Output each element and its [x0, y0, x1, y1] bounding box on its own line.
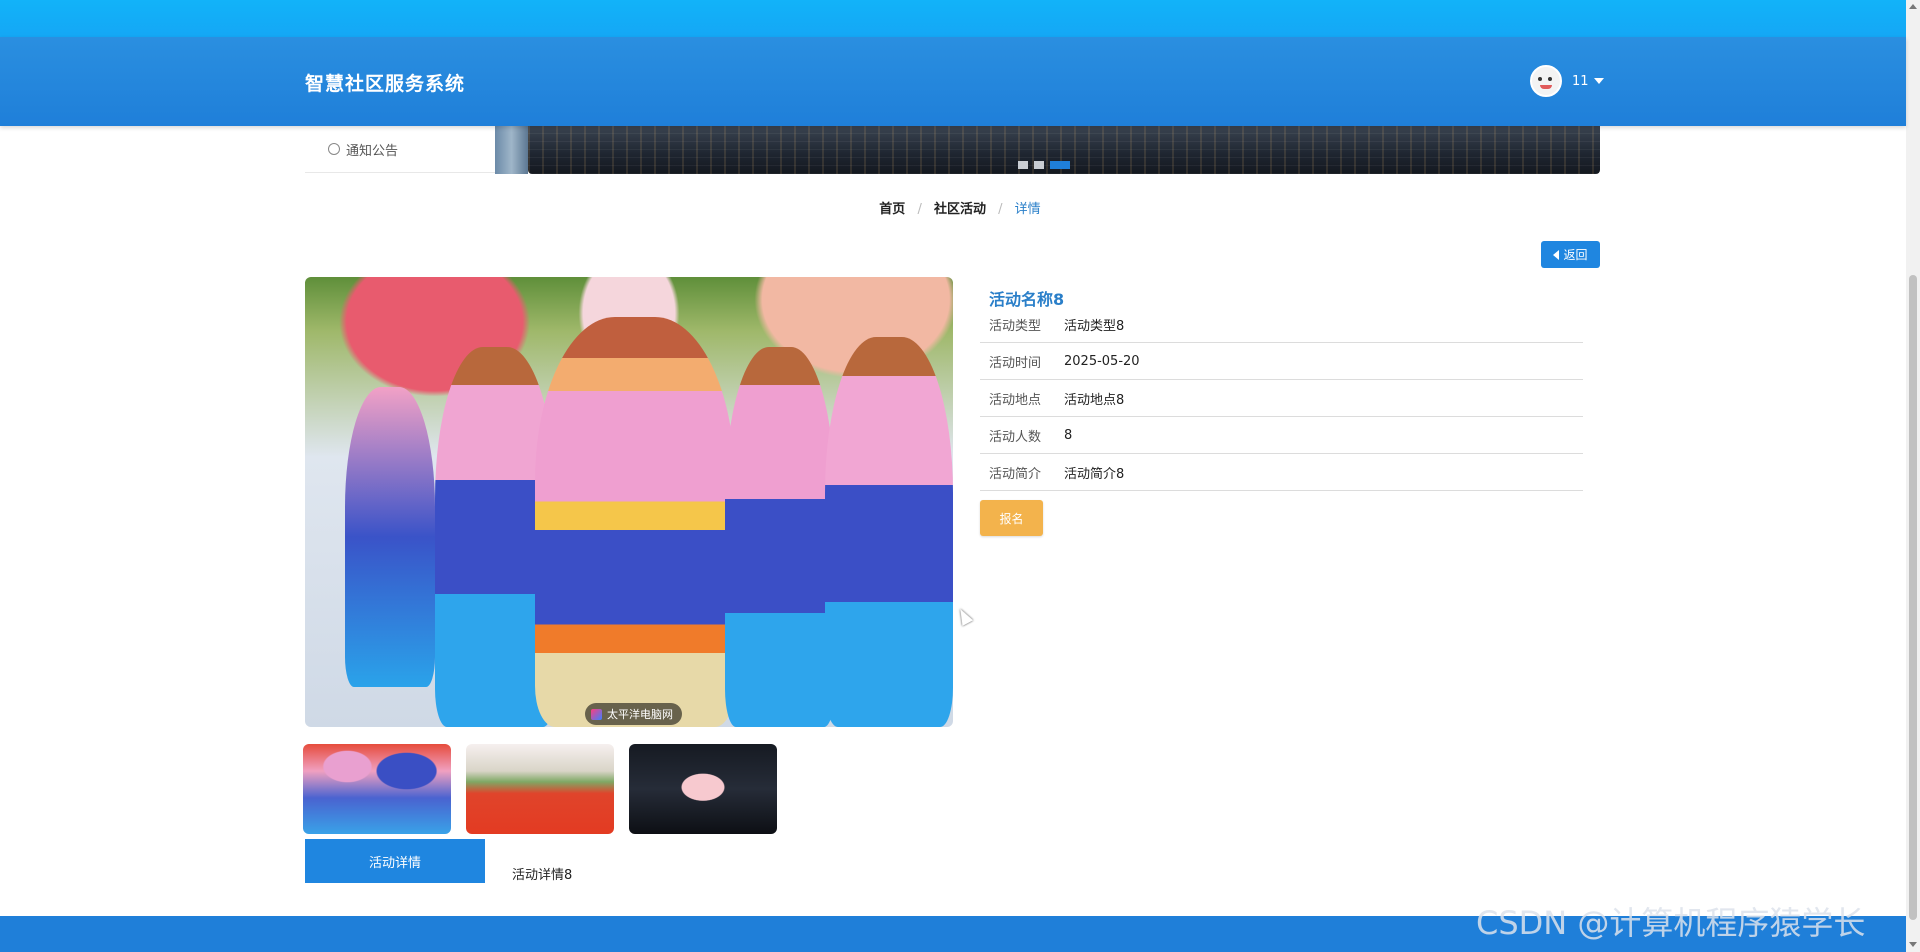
info-row-type: 活动类型 活动类型8	[980, 306, 1583, 343]
activity-main-image: 太平洋电脑网	[305, 277, 953, 727]
figure-shape	[725, 347, 835, 727]
signup-button[interactable]: 报名	[980, 500, 1043, 536]
pconline-logo-icon	[591, 708, 602, 720]
sidebar-item-label: 通知公告	[346, 143, 399, 159]
info-value: 活动地点8	[1064, 392, 1125, 408]
carousel-dots	[1018, 161, 1070, 169]
breadcrumb-current: 详情	[1014, 202, 1041, 217]
info-value: 活动类型8	[1064, 318, 1125, 334]
scrollbar-thumb[interactable]	[1909, 275, 1917, 920]
info-label: 活动简介	[989, 466, 1042, 482]
figure-shape	[825, 337, 953, 727]
back-button[interactable]: 返回	[1541, 241, 1600, 268]
carousel-dot[interactable]	[1018, 161, 1028, 169]
activity-info-table: 活动类型 活动类型8 活动时间 2025-05-20 活动地点 活动地点8 活动…	[980, 306, 1583, 491]
site-header: 智慧社区服务系统 11	[0, 37, 1906, 126]
carousel-dot-active[interactable]	[1050, 161, 1070, 169]
csdn-watermark: CSDN @计算机程序猿学长	[1476, 904, 1866, 942]
info-label: 活动地点	[989, 392, 1042, 408]
info-row-summary: 活动简介 活动简介8	[980, 454, 1583, 491]
image-watermark-text: 太平洋电脑网	[607, 708, 673, 721]
info-label: 活动时间	[989, 355, 1042, 371]
page-scrollbar[interactable]	[1906, 0, 1920, 952]
info-value: 8	[1064, 427, 1073, 443]
figure-shape	[535, 317, 735, 727]
thumbnail-2[interactable]	[466, 744, 614, 834]
breadcrumb: 首页 / 社区活动 / 详情	[0, 198, 1920, 217]
tab-activity-detail[interactable]: 活动详情	[305, 839, 485, 883]
breadcrumb-separator: /	[917, 202, 922, 217]
carousel-dot[interactable]	[1034, 161, 1044, 169]
caret-down-icon[interactable]	[1593, 78, 1604, 84]
mouse-cursor-icon	[954, 606, 974, 626]
info-label: 活动人数	[989, 429, 1042, 445]
site-title[interactable]: 智慧社区服务系统	[305, 69, 465, 96]
figure-shape	[345, 387, 435, 687]
thumbnail-3[interactable]	[629, 744, 777, 834]
caret-left-icon	[1553, 249, 1560, 260]
info-label: 活动类型	[989, 318, 1042, 334]
scroll-up-icon[interactable]	[1909, 4, 1917, 9]
info-value: 活动简介8	[1064, 466, 1125, 482]
scroll-down-icon[interactable]	[1909, 942, 1917, 947]
banner-edge	[495, 126, 528, 174]
breadcrumb-separator: /	[998, 202, 1003, 217]
info-row-count: 活动人数 8	[980, 417, 1583, 454]
breadcrumb-home[interactable]: 首页	[879, 198, 905, 217]
image-watermark: 太平洋电脑网	[585, 703, 682, 725]
user-menu[interactable]: 11	[1530, 65, 1604, 97]
info-value: 2025-05-20	[1064, 353, 1140, 369]
notice-icon	[328, 143, 340, 155]
sidebar-item-notice[interactable]: 通知公告	[305, 126, 495, 173]
username[interactable]: 11	[1572, 74, 1589, 89]
avatar[interactable]	[1530, 65, 1562, 97]
tab-content: 活动详情8	[512, 868, 573, 883]
thumbnail-1[interactable]	[303, 744, 451, 834]
top-strip	[0, 0, 1906, 37]
back-button-label: 返回	[1563, 248, 1588, 262]
info-row-location: 活动地点 活动地点8	[980, 380, 1583, 417]
info-row-time: 活动时间 2025-05-20	[980, 343, 1583, 380]
breadcrumb-section[interactable]: 社区活动	[934, 198, 986, 217]
